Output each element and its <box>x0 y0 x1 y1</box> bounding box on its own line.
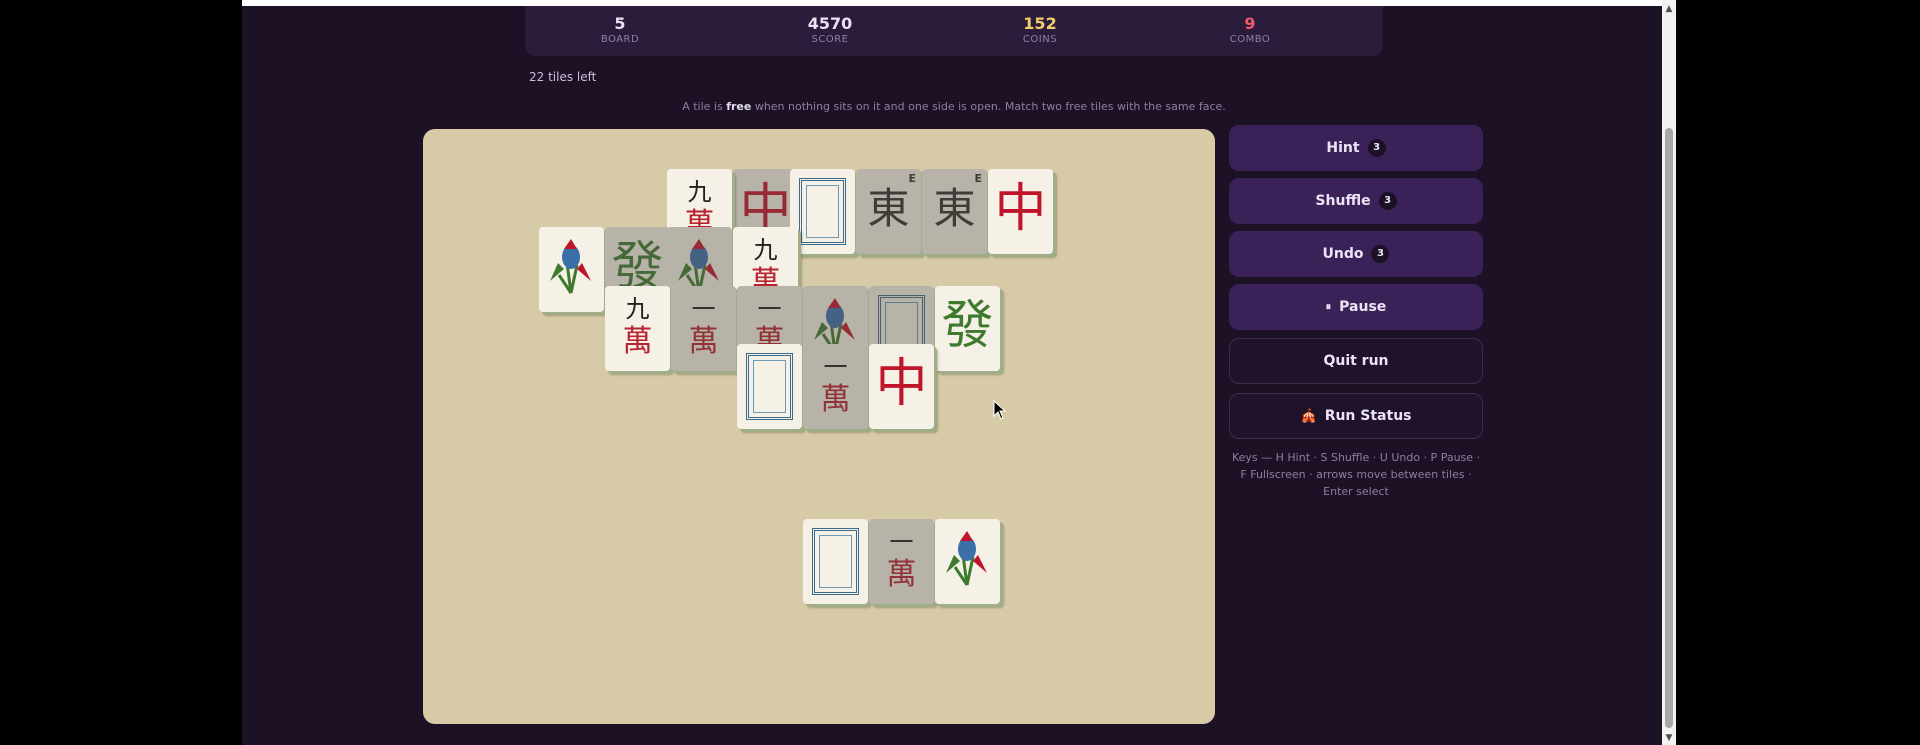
green-dragon-glyph: 發 <box>941 296 994 356</box>
one-wan-bottom-glyph: 萬 <box>886 557 917 592</box>
tile-bamboo-bird[interactable] <box>539 227 604 312</box>
one-wan-bottom-glyph: 萬 <box>688 324 719 359</box>
tile-white-dragon[interactable] <box>790 169 855 254</box>
mouse-cursor-icon <box>993 400 1007 420</box>
one-wan-top-glyph: 一 <box>889 528 914 556</box>
stat-score-value: 4570 <box>807 14 853 33</box>
one-wan-top-glyph: 一 <box>691 295 716 323</box>
run-status-button[interactable]: 🎪 Run Status <box>1229 393 1483 439</box>
stat-board: 5 BOARD <box>560 14 680 45</box>
keyboard-shortcuts-help: Keys — H Hint · S Shuffle · U Undo · P P… <box>1231 451 1481 498</box>
nine-wan-top-glyph: 九 <box>753 236 778 264</box>
undo-label: Undo <box>1322 246 1364 262</box>
scroll-up-arrow-icon[interactable]: ▲ <box>1662 2 1676 16</box>
run-status-label: Run Status <box>1324 408 1412 424</box>
one-wan-top-glyph: 一 <box>757 295 782 323</box>
nine-wan-bottom-glyph: 萬 <box>622 324 653 359</box>
stat-combo-label: COMBO <box>1229 34 1271 45</box>
instructions-prefix: A tile is <box>682 100 727 113</box>
east-wind-glyph: 東 <box>933 184 976 233</box>
east-wind-corner: E <box>974 172 982 185</box>
undo-count-badge: 3 <box>1371 245 1390 263</box>
tile-white-dragon[interactable] <box>737 344 802 429</box>
instructions-emphasis: free <box>726 100 752 113</box>
stats-bar: 5 BOARD 4570 SCORE 152 COINS 9 COMBO <box>525 6 1383 56</box>
tile-one-wan[interactable]: 一萬 <box>803 344 868 429</box>
tiles-left-counter: 22 tiles left <box>529 70 597 84</box>
hint-count-badge: 3 <box>1367 139 1386 157</box>
stat-combo: 9 COMBO <box>1190 14 1310 45</box>
tile-red-dragon[interactable]: 中 <box>869 344 934 429</box>
stat-coins: 152 COINS <box>980 14 1100 45</box>
pause-button[interactable]: ⏸ Pause <box>1229 284 1483 330</box>
tile-bamboo-bird[interactable] <box>935 519 1000 604</box>
game-board: 中 東E 東E 中 九萬 發 九萬 九萬 一萬 一萬 發 一萬 中 一萬 <box>423 129 1215 724</box>
tile-east-wind[interactable]: 東E <box>856 169 921 254</box>
nine-wan-top-glyph: 九 <box>687 178 712 206</box>
vertical-scrollbar[interactable]: ▲ ▼ <box>1662 0 1676 745</box>
stat-board-value: 5 <box>614 14 626 33</box>
pause-label: Pause <box>1339 299 1387 315</box>
tile-red-dragon[interactable]: 中 <box>988 169 1053 254</box>
white-dragon-frame-icon <box>799 178 846 245</box>
hint-button[interactable]: Hint 3 <box>1229 125 1483 171</box>
bird-icon <box>946 531 987 586</box>
scrollbar-thumb[interactable] <box>1665 128 1673 728</box>
one-wan-bottom-glyph: 萬 <box>820 382 851 417</box>
white-dragon-frame-icon <box>746 353 793 420</box>
tile-white-dragon[interactable] <box>803 519 868 604</box>
stat-board-label: BOARD <box>600 34 640 45</box>
east-wind-corner: E <box>908 172 916 185</box>
tile-nine-wan[interactable]: 九萬 <box>605 286 670 371</box>
shuffle-button[interactable]: Shuffle 3 <box>1229 178 1483 224</box>
shuffle-label: Shuffle <box>1315 193 1371 209</box>
tent-icon: 🎪 <box>1300 408 1317 424</box>
stat-combo-value: 9 <box>1244 14 1256 33</box>
white-dragon-frame-icon <box>812 528 859 595</box>
tile-one-wan[interactable]: 一萬 <box>869 519 934 604</box>
nine-wan-top-glyph: 九 <box>625 295 650 323</box>
undo-button[interactable]: Undo 3 <box>1229 231 1483 277</box>
tile-green-dragon[interactable]: 發 <box>935 286 1000 371</box>
one-wan-top-glyph: 一 <box>823 353 848 381</box>
scroll-down-arrow-icon[interactable]: ▼ <box>1662 731 1676 745</box>
stat-score-label: SCORE <box>811 34 849 45</box>
stat-coins-label: COINS <box>1022 34 1058 45</box>
instructions-suffix: when nothing sits on it and one side is … <box>751 100 1226 113</box>
quit-run-button[interactable]: Quit run <box>1229 338 1483 384</box>
stat-coins-value: 152 <box>1023 14 1057 33</box>
quit-run-label: Quit run <box>1323 353 1389 369</box>
shuffle-count-badge: 3 <box>1378 192 1397 210</box>
hint-label: Hint <box>1326 140 1360 156</box>
bird-icon <box>550 239 591 294</box>
browser-viewport: 5 BOARD 4570 SCORE 152 COINS 9 COMBO 22 … <box>242 0 1676 745</box>
instructions-text: A tile is free when nothing sits on it a… <box>525 100 1383 113</box>
tile-one-wan[interactable]: 一萬 <box>671 286 736 371</box>
red-dragon-glyph: 中 <box>875 354 928 414</box>
tile-east-wind[interactable]: 東E <box>922 169 987 254</box>
red-dragon-glyph: 中 <box>994 179 1047 239</box>
pause-icon: ⏸ <box>1325 300 1332 313</box>
stat-score: 4570 SCORE <box>770 14 890 45</box>
east-wind-glyph: 東 <box>867 184 910 233</box>
